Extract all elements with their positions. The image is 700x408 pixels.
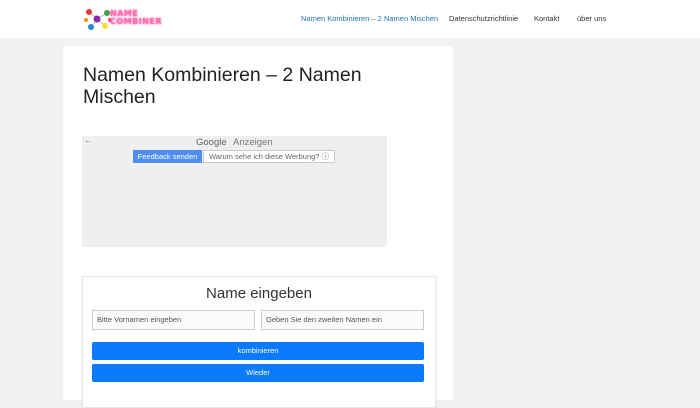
nav-item-kontakt[interactable]: Kontakt: [534, 14, 559, 23]
ad-google-label: Google: [196, 137, 227, 148]
nav-item-home[interactable]: Namen Kombinieren – 2 Namen Mischen: [301, 14, 438, 23]
ad-why-button[interactable]: Warum sehe ich diese Werbung? ⓘ: [203, 150, 335, 163]
logo-line-2: COMBINER: [110, 17, 163, 26]
logo-wordmark: NAME COMBINER: [110, 10, 162, 26]
second-name-input[interactable]: Geben Sie den zweiten Namen ein: [261, 310, 424, 330]
sidebar: [463, 46, 700, 400]
ad-slot: ← Google Anzeigen Feedback senden Warum …: [82, 136, 387, 247]
nav-item-datenschutz[interactable]: Datenschutzrichtlinie: [449, 14, 518, 23]
name-form: Name eingeben Bitte Vornamen eingeben Ge…: [82, 276, 436, 408]
form-title: Name eingeben: [206, 285, 312, 302]
combine-button[interactable]: kombinieren: [92, 342, 424, 360]
nav-item-ueber-uns[interactable]: über uns: [577, 14, 606, 23]
back-arrow-icon[interactable]: ←: [84, 136, 92, 145]
ad-anzeigen-label: Anzeigen: [233, 137, 273, 148]
molecule-logo-icon: [84, 9, 112, 30]
page-title: Namen Kombinieren – 2 Namen Mischen: [83, 64, 362, 108]
site-header: NAME COMBINER Namen Kombinieren – 2 Name…: [0, 0, 700, 38]
ad-feedback-button[interactable]: Feedback senden: [133, 150, 202, 163]
first-name-input[interactable]: Bitte Vornamen eingeben: [92, 310, 255, 330]
site-logo[interactable]: NAME COMBINER: [83, 6, 169, 32]
main-content: Namen Kombinieren – 2 Namen Mischen ← Go…: [63, 46, 453, 408]
again-button[interactable]: Wieder: [92, 364, 424, 382]
